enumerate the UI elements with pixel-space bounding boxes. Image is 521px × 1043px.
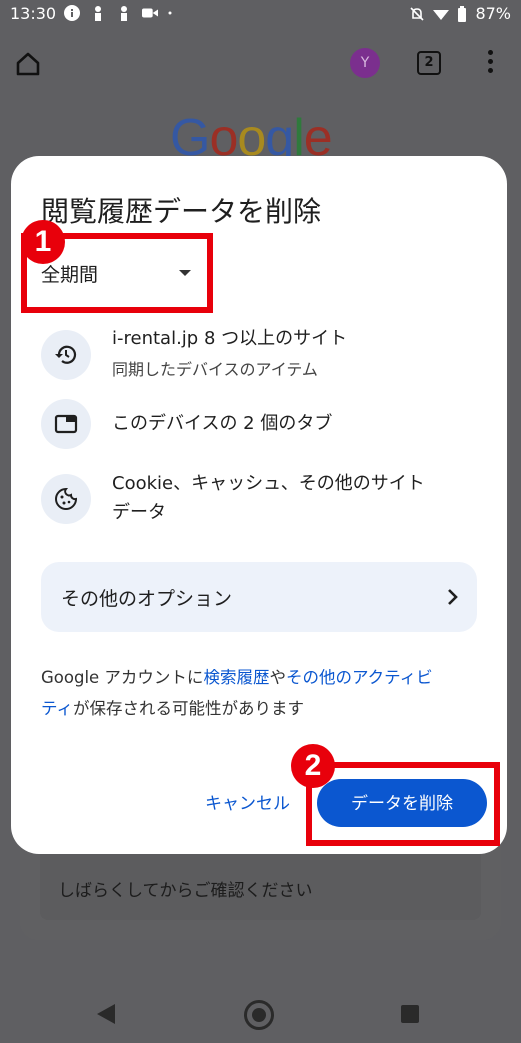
browser-toolbar: Y 2	[0, 40, 521, 88]
note-middle: や	[269, 668, 286, 687]
cookie-row-label: Cookie、キャッシュ、その他のサイト	[112, 473, 425, 494]
status-bar: 13:30 87%	[0, 0, 521, 28]
more-options-label: その他のオプション	[61, 588, 233, 610]
background-card-text: しばらくしてからご確認ください	[58, 881, 313, 901]
battery-percent: 87%	[475, 4, 511, 23]
cancel-button[interactable]: キャンセル	[205, 789, 290, 814]
home-nav-icon[interactable]	[244, 1000, 274, 1030]
info-icon	[64, 5, 80, 21]
tab-icon	[41, 399, 91, 449]
home-icon[interactable]	[14, 50, 42, 78]
other-activity-link-cont[interactable]: ティ	[41, 699, 73, 718]
step-badge-1: 1	[21, 220, 65, 264]
tabs-row-label: このデバイスの 2 個のタブ	[112, 413, 333, 434]
account-note: Google アカウントに検索履歴やその他のアクティビティが保存される可能性があ…	[41, 662, 477, 724]
note-prefix: Google アカウントに	[41, 668, 204, 687]
avatar[interactable]: Y	[350, 48, 380, 78]
battery-icon	[458, 5, 467, 22]
cookie-row-label-cont: データ	[112, 502, 166, 523]
tab-switcher-button[interactable]: 2	[417, 51, 441, 75]
mute-icon	[410, 6, 425, 21]
more-menu-icon[interactable]	[485, 50, 495, 76]
other-activity-link[interactable]: その他のアクティビ	[286, 668, 433, 687]
wifi-icon	[433, 9, 450, 20]
system-icons: 87%	[409, 4, 511, 23]
notification-icons	[64, 5, 176, 21]
person-icon	[95, 6, 101, 21]
more-options-button[interactable]: その他のオプション	[41, 562, 477, 632]
dialog-title: 閲覧履歴データを削除	[41, 195, 322, 228]
video-icon	[142, 8, 158, 18]
status-time: 13:30	[10, 4, 57, 23]
history-icon	[41, 330, 91, 380]
recents-icon[interactable]	[401, 1005, 419, 1023]
note-suffix: が保存される可能性があります	[73, 699, 305, 718]
system-nav-bar	[0, 980, 521, 1043]
back-icon[interactable]	[97, 1004, 115, 1024]
chevron-right-icon	[448, 589, 458, 605]
highlight-delete-button	[306, 762, 500, 846]
dot-icon	[168, 11, 172, 15]
search-history-link[interactable]: 検索履歴	[203, 668, 269, 687]
history-row-label: i-rental.jp 8 つ以上のサイト	[112, 328, 348, 349]
history-row-sublabel: 同期したデバイスのアイテム	[112, 360, 318, 379]
person-icon-2	[121, 6, 127, 21]
cookie-icon	[41, 474, 91, 524]
step-badge-2: 2	[291, 744, 335, 788]
